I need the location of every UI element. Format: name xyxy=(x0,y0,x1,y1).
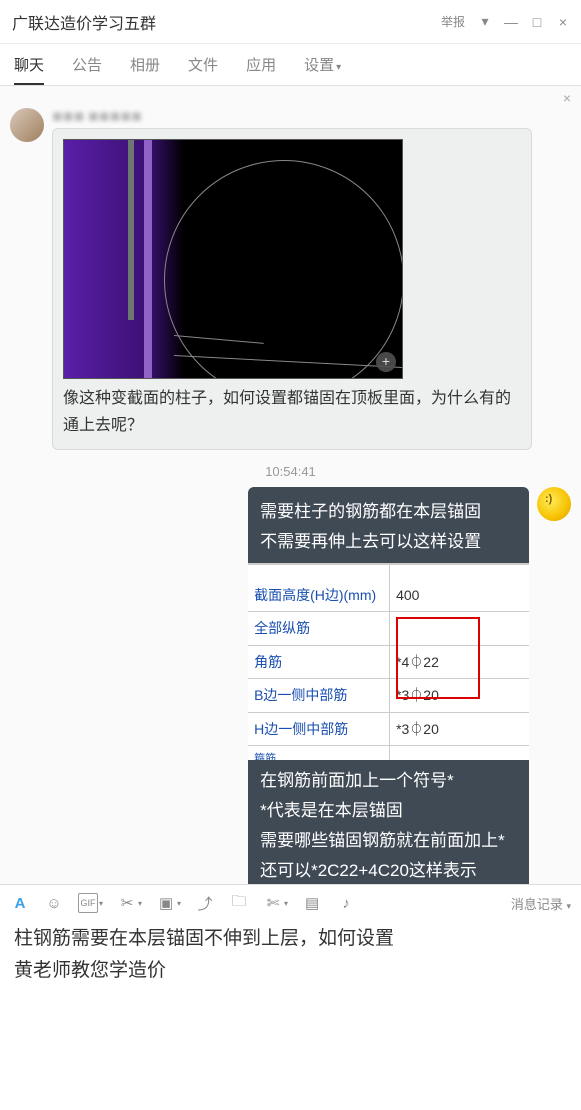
message-row: ◼◼◼ ◼◼◼◼◼ + 像这种变截面的柱子，如何设置都锚固在顶板里面，为什么有的… xyxy=(10,108,571,450)
chat-area: × ◼◼◼ ◼◼◼◼◼ + 像这种变截面的柱子，如何设置都锚固在顶板里面，为什么… xyxy=(0,86,581,884)
table-row: 截面高度(H边)(mm) 400 xyxy=(248,579,529,613)
table-row: H边一侧中部筋 *3⏀20 xyxy=(248,713,529,747)
report-link[interactable]: 举报 xyxy=(441,13,465,30)
cut-icon[interactable]: ✄ xyxy=(263,893,283,913)
tab-bar: 聊天 公告 相册 文件 应用 设置▾ xyxy=(0,44,581,86)
message-text: 在钢筋前面加上一个符号* xyxy=(260,766,517,796)
message-input[interactable]: 柱钢筋需要在本层锚固不伸到上层，如何设置 黄老师教您学造价 xyxy=(0,921,581,998)
clipboard-icon[interactable]: ▤ xyxy=(302,893,322,913)
composer: A ☺ GIF▾ ✂▾ ▣▾ ⤴ 🗀 ✄▾ ▤ ♪ 消息记录 ▾ 柱钢筋需要在本… xyxy=(0,884,581,998)
message-text: 需要柱子的钢筋都在本层锚固 xyxy=(260,497,517,527)
sender-name: ◼◼◼ ◼◼◼◼◼ xyxy=(52,108,532,124)
table-row: B边一侧中部筋 *3⏀20 xyxy=(248,679,529,713)
maximize-button[interactable]: □ xyxy=(525,10,549,34)
window-controls: 举报 ▾ — □ × xyxy=(441,10,575,34)
avatar[interactable] xyxy=(537,487,571,521)
tab-album[interactable]: 相册 xyxy=(130,54,160,85)
screenshot-icon[interactable]: ✂ xyxy=(117,893,137,913)
tab-apps[interactable]: 应用 xyxy=(246,54,276,85)
chevron-down-icon[interactable]: ▾ xyxy=(138,899,142,908)
table-row: 角筋 *4⏀22 xyxy=(248,646,529,680)
font-icon[interactable]: A xyxy=(10,893,30,913)
minimize-button[interactable]: — xyxy=(499,10,523,34)
zoom-icon[interactable]: + xyxy=(376,352,396,372)
tab-chat[interactable]: 聊天 xyxy=(14,54,44,85)
music-icon[interactable]: ♪ xyxy=(336,893,356,913)
chevron-down-icon[interactable]: ▾ xyxy=(284,899,288,908)
message-text: *代表是在本层锚固 xyxy=(260,796,517,826)
history-link[interactable]: 消息记录 ▾ xyxy=(511,894,571,913)
title-bar: 广联达造价学习五群 举报 ▾ — □ × xyxy=(0,0,581,44)
chevron-down-icon: ▾ xyxy=(336,62,341,73)
chevron-down-icon: ▾ xyxy=(566,901,571,911)
folder-icon[interactable]: 🗀 xyxy=(229,893,249,913)
composer-toolbar: A ☺ GIF▾ ✂▾ ▣▾ ⤴ 🗀 ✄▾ ▤ ♪ 消息记录 ▾ xyxy=(0,885,581,921)
table-row: 全部纵筋 xyxy=(248,612,529,646)
rebar-table: 截面高度(H边)(mm) 400 全部纵筋 角筋 *4⏀22 B边一侧中部筋 *… xyxy=(248,563,529,761)
chevron-down-icon[interactable]: ▾ xyxy=(177,899,181,908)
message-text: 像这种变截面的柱子，如何设置都锚固在顶板里面，为什么有的通上去呢？ xyxy=(63,390,511,434)
avatar[interactable] xyxy=(10,108,44,142)
message-text: 还可以*2C22+4C20这样表示 xyxy=(260,856,517,884)
close-button[interactable]: × xyxy=(551,10,575,34)
timestamp: 10:54:41 xyxy=(10,464,571,479)
message-bubble: 需要柱子的钢筋都在本层锚固 不需要再伸上去可以这样设置 截面高度(H边)(mm)… xyxy=(248,487,529,884)
chevron-down-icon[interactable]: ▾ xyxy=(99,899,103,908)
emoji-icon[interactable]: ☺ xyxy=(44,893,64,913)
image-icon[interactable]: ▣ xyxy=(156,893,176,913)
message-row: 需要柱子的钢筋都在本层锚固 不需要再伸上去可以这样设置 截面高度(H边)(mm)… xyxy=(10,487,571,884)
tab-announcement[interactable]: 公告 xyxy=(72,54,102,85)
close-panel-icon[interactable]: × xyxy=(563,90,571,106)
attached-image[interactable]: + xyxy=(63,139,403,379)
dropdown-icon[interactable]: ▾ xyxy=(473,10,497,34)
gif-icon[interactable]: GIF xyxy=(78,893,98,913)
tab-files[interactable]: 文件 xyxy=(188,54,218,85)
message-text: 需要哪些锚固钢筋就在前面加上* xyxy=(260,826,517,856)
upload-icon[interactable]: ⤴ xyxy=(195,893,215,913)
tab-settings[interactable]: 设置▾ xyxy=(304,54,341,85)
message-text: 不需要再伸上去可以这样设置 xyxy=(260,527,517,557)
window-title: 广联达造价学习五群 xyxy=(12,10,156,34)
message-bubble: + 像这种变截面的柱子，如何设置都锚固在顶板里面，为什么有的通上去呢？ xyxy=(52,128,532,450)
